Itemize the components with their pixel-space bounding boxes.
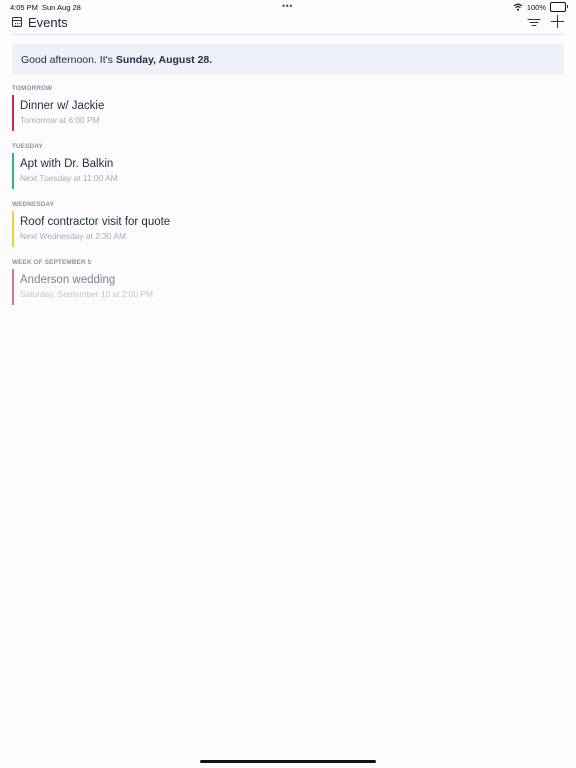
page-title: Events [28,15,68,30]
event-item[interactable]: Apt with Dr. Balkin Next Tuesday at 11:0… [12,153,312,189]
greeting-date: Sunday, August 28. [115,53,213,66]
section-label-week-of-september-5: WEEK OF SEPTEMBER 5 [12,259,92,266]
event-time: Tomorrow at 6:00 PM [20,115,100,125]
filter-icon[interactable] [527,18,540,27]
event-item[interactable]: Dinner w/ Jackie Tomorrow at 6:00 PM [12,95,312,131]
event-item[interactable]: Anderson wedding Saturday, September 10 … [12,269,312,305]
section-label-tuesday: TUESDAY [12,143,43,150]
event-title: Dinner w/ Jackie [20,100,105,112]
section-label-wednesday: WEDNESDAY [12,201,55,208]
event-title: Anderson wedding [20,274,116,286]
status-time: 4:05 PM [10,3,38,12]
status-date: Sun Aug 28 [42,3,81,12]
home-indicator[interactable] [200,760,376,763]
multitasking-dots-icon[interactable]: ••• [282,2,293,11]
status-bar: 4:05 PM Sun Aug 28 ••• 100% [0,0,576,13]
event-title: Apt with Dr. Balkin [20,158,114,170]
status-indicators: 100% [513,2,568,12]
battery-percent: 100% [526,2,546,12]
battery-icon [550,2,568,12]
event-time: Next Tuesday at 11:00 AM [20,173,118,183]
wifi-icon [513,3,523,11]
greeting-banner: Good afternoon. It's Sunday, August 28. [12,44,564,75]
section-label-tomorrow: TOMORROW [12,85,53,92]
navigation-header: Events [12,14,564,35]
event-time: Saturday, September 10 at 2:00 PM [20,289,153,299]
event-time: Next Wednesday at 2:30 AM [20,231,126,241]
greeting-text: Good afternoon. It's [21,53,113,66]
calendar-icon [12,17,22,27]
event-item[interactable]: Roof contractor visit for quote Next Wed… [12,211,312,247]
event-title: Roof contractor visit for quote [20,216,171,228]
add-icon[interactable] [551,15,564,28]
